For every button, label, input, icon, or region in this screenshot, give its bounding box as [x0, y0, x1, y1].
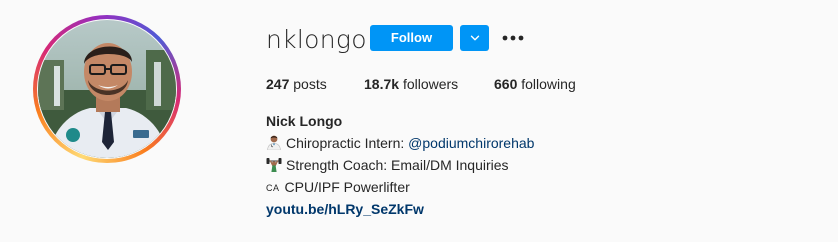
avatar[interactable]	[33, 15, 181, 163]
followers-stat[interactable]: 18.7k followers	[364, 75, 458, 93]
bio-line-powerlifter: CA CPU/IPF Powerlifter	[266, 176, 410, 199]
full-name: Nick Longo	[266, 113, 343, 129]
canada-flag-icon: CA	[266, 183, 280, 193]
suggestions-dropdown-button[interactable]	[460, 25, 489, 51]
follow-button[interactable]: Follow	[370, 25, 453, 51]
following-stat[interactable]: 660 following	[494, 75, 576, 93]
bio-line-coach: Strength Coach: Email/DM Inquiries	[266, 154, 509, 176]
posts-label: posts	[293, 76, 327, 92]
chevron-down-icon	[470, 35, 479, 41]
health-worker-emoji-icon	[267, 135, 281, 150]
avatar-photo	[38, 20, 176, 158]
bio-line-coach-text: Strength Coach: Email/DM Inquiries	[286, 157, 509, 173]
bio-line-powerlifter-text: CPU/IPF Powerlifter	[284, 179, 410, 195]
posts-stat: 247 posts	[266, 75, 327, 93]
bio-line-intern-text: Chiropractic Intern:	[286, 135, 409, 151]
following-count: 660	[494, 76, 518, 92]
following-label: following	[521, 76, 576, 92]
bio-line-intern: Chiropractic Intern: @podiumchirorehab	[266, 132, 534, 154]
mention-podiumchirorehab-link[interactable]: @podiumchirorehab	[408, 135, 534, 151]
more-options-button[interactable]	[500, 27, 526, 49]
username: nklongo	[266, 25, 367, 54]
followers-label: followers	[402, 76, 459, 92]
avatar-image	[38, 20, 176, 158]
more-options-icon	[502, 35, 524, 41]
bio-link[interactable]: youtu.be/hLRy_SeZkFw	[266, 198, 424, 220]
posts-count: 247	[266, 76, 290, 92]
weightlifter-emoji-icon	[266, 158, 282, 172]
followers-count: 18.7k	[364, 76, 400, 92]
